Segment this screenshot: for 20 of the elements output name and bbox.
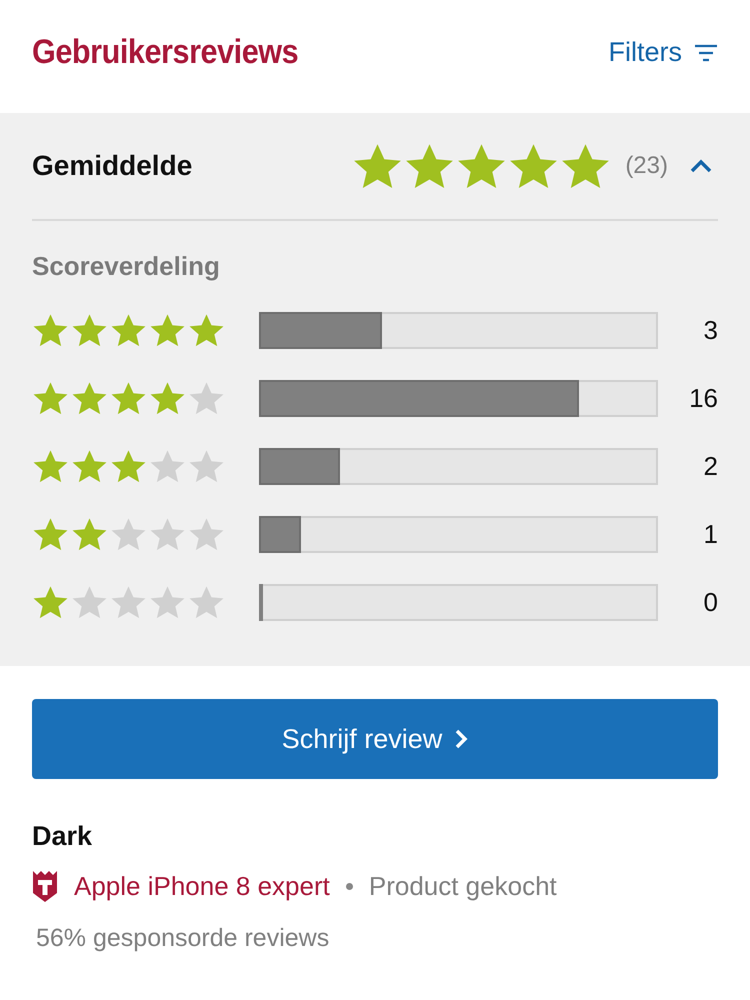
reviewer-name: Dark	[32, 821, 94, 852]
score-count: 2	[702, 450, 718, 482]
separator-dot	[346, 882, 353, 890]
expert-label: Apple iPhone 8 expert	[74, 870, 330, 902]
caret-icon	[690, 159, 712, 173]
score-count: 3	[702, 314, 718, 346]
purchase-status: Product gekocht	[368, 870, 557, 902]
chevron-icon	[454, 728, 468, 750]
distribution-title: Scoreverdeling	[32, 251, 221, 282]
score-count: 1	[702, 518, 718, 550]
sponsored-note: 56% gesponsorde reviews	[36, 924, 330, 953]
write-review-button[interactable]: Schrijf review	[32, 699, 718, 779]
score-count: 16	[688, 382, 718, 414]
page-title: Gebruikersreviews	[32, 33, 298, 72]
review-count: (23)	[625, 152, 668, 180]
filters-button[interactable]: Filters	[608, 37, 718, 68]
filter-icon	[694, 44, 718, 62]
shield-icon	[32, 870, 58, 902]
score-count: 0	[702, 586, 718, 618]
average-label: Gemiddelde	[32, 150, 192, 182]
